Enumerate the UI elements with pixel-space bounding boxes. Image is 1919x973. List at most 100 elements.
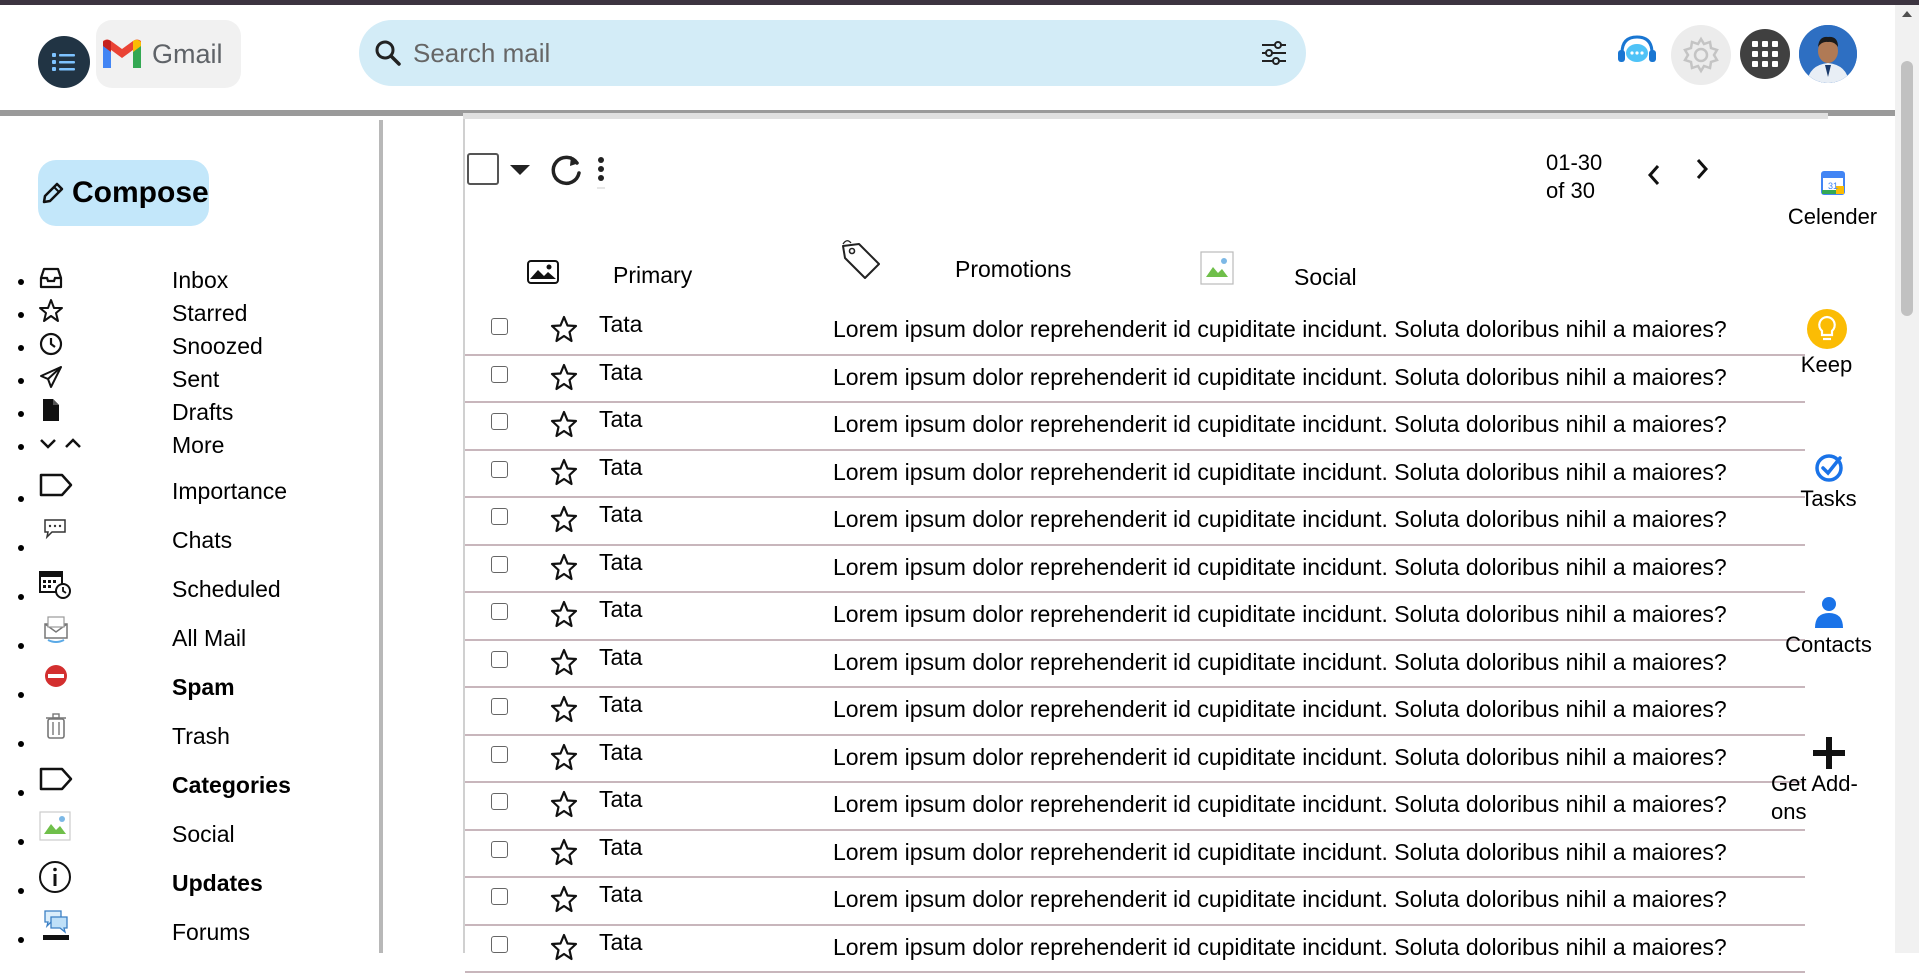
- star-icon[interactable]: [550, 885, 578, 918]
- star-icon[interactable]: [550, 743, 578, 776]
- email-row[interactable]: TataLorem ipsum dolor reprehenderit id c…: [465, 878, 1805, 926]
- sidebar-item-categories[interactable]: Categories: [0, 770, 379, 800]
- sidebar-item-starred[interactable]: Starred: [0, 298, 379, 328]
- star-icon[interactable]: [550, 410, 578, 443]
- email-subject: Lorem ipsum dolor reprehenderit id cupid…: [833, 411, 1727, 438]
- email-row[interactable]: TataLorem ipsum dolor reprehenderit id c…: [465, 403, 1805, 451]
- caret-down-icon[interactable]: [509, 163, 531, 177]
- email-checkbox[interactable]: [491, 888, 508, 905]
- side-app-get-addons[interactable]: Get Add-ons: [1766, 735, 1891, 826]
- sidebar-item-spam[interactable]: Spam: [0, 672, 379, 702]
- star-icon[interactable]: [550, 648, 578, 681]
- email-checkbox[interactable]: [491, 366, 508, 383]
- star-icon[interactable]: [550, 600, 578, 633]
- sidebar-item-scheduled[interactable]: Scheduled: [0, 574, 379, 604]
- chevron-left-icon[interactable]: [1646, 163, 1662, 187]
- search-options-icon[interactable]: [1260, 40, 1288, 66]
- side-app-contacts[interactable]: Contacts: [1766, 594, 1891, 659]
- gmail-logo[interactable]: Gmail: [96, 20, 241, 88]
- star-icon[interactable]: [550, 553, 578, 586]
- email-row[interactable]: TataLorem ipsum dolor reprehenderit id c…: [465, 783, 1805, 831]
- email-checkbox[interactable]: [491, 936, 508, 953]
- email-checkbox[interactable]: [491, 556, 508, 573]
- settings-button[interactable]: [1671, 25, 1731, 85]
- sidebar-item-social[interactable]: Social: [0, 819, 379, 849]
- sidebar-item-chats[interactable]: Chats: [0, 525, 379, 555]
- account-avatar[interactable]: [1799, 25, 1857, 83]
- search-input[interactable]: [413, 30, 1213, 76]
- tab-label: Social: [1294, 264, 1357, 291]
- sidebar-item-trash[interactable]: Trash: [0, 721, 379, 751]
- more-vert-icon[interactable]: [595, 155, 607, 191]
- tab-social[interactable]: Social: [1200, 249, 1420, 299]
- email-row[interactable]: TataLorem ipsum dolor reprehenderit id c…: [465, 308, 1805, 356]
- list-bullet: [18, 444, 24, 450]
- side-app-calendar[interactable]: 31 Celender: [1770, 170, 1895, 231]
- email-sender: Tata: [599, 929, 642, 956]
- sidebar-item-more[interactable]: More: [0, 430, 379, 460]
- email-checkbox[interactable]: [491, 793, 508, 810]
- email-row[interactable]: TataLorem ipsum dolor reprehenderit id c…: [465, 451, 1805, 499]
- side-app-keep[interactable]: Keep: [1764, 308, 1889, 379]
- sidebar-item-label: Starred: [172, 300, 247, 327]
- apps-button[interactable]: [1740, 29, 1790, 79]
- email-sender: Tata: [599, 596, 642, 623]
- sidebar-item-label: All Mail: [172, 625, 246, 652]
- email-checkbox[interactable]: [491, 508, 508, 525]
- scroll-up-arrow[interactable]: [1902, 11, 1912, 17]
- email-row[interactable]: TataLorem ipsum dolor reprehenderit id c…: [465, 498, 1805, 546]
- star-icon[interactable]: [550, 695, 578, 728]
- side-app-tasks[interactable]: Tasks: [1766, 452, 1891, 513]
- star-icon[interactable]: [550, 838, 578, 871]
- email-checkbox[interactable]: [491, 461, 508, 478]
- sidebar-item-label: Importance: [172, 478, 287, 505]
- email-subject: Lorem ipsum dolor reprehenderit id cupid…: [833, 839, 1727, 866]
- email-row[interactable]: TataLorem ipsum dolor reprehenderit id c…: [465, 593, 1805, 641]
- email-row[interactable]: TataLorem ipsum dolor reprehenderit id c…: [465, 356, 1805, 404]
- category-tabs: Primary Promotions Social: [465, 249, 1805, 299]
- star-icon[interactable]: [550, 363, 578, 396]
- star-icon[interactable]: [550, 790, 578, 823]
- star-icon[interactable]: [550, 315, 578, 348]
- email-row[interactable]: TataLorem ipsum dolor reprehenderit id c…: [465, 641, 1805, 689]
- support-button[interactable]: [1616, 33, 1658, 76]
- select-all-checkbox[interactable]: [467, 153, 499, 185]
- chevron-right-icon[interactable]: [1694, 157, 1710, 181]
- email-row[interactable]: TataLorem ipsum dolor reprehenderit id c…: [465, 688, 1805, 736]
- tab-promotions[interactable]: Promotions: [839, 249, 1119, 299]
- email-checkbox[interactable]: [491, 841, 508, 858]
- page-scrollbar[interactable]: [1895, 5, 1919, 953]
- inbox-icon: [38, 265, 64, 291]
- sidebar-item-snoozed[interactable]: Snoozed: [0, 331, 379, 361]
- compose-button[interactable]: Compose: [38, 160, 209, 226]
- sidebar-item-drafts[interactable]: Drafts: [0, 397, 379, 427]
- star-icon[interactable]: [550, 933, 578, 966]
- email-checkbox[interactable]: [491, 603, 508, 620]
- email-checkbox[interactable]: [491, 746, 508, 763]
- email-checkbox[interactable]: [491, 318, 508, 335]
- sidebar-item-importance[interactable]: Importance: [0, 476, 379, 506]
- email-checkbox[interactable]: [491, 698, 508, 715]
- main-menu-button[interactable]: [38, 36, 90, 88]
- scroll-thumb[interactable]: [1901, 61, 1913, 316]
- email-checkbox[interactable]: [491, 413, 508, 430]
- sidebar-item-forums[interactable]: Forums: [0, 917, 379, 947]
- email-row[interactable]: TataLorem ipsum dolor reprehenderit id c…: [465, 546, 1805, 594]
- sidebar-item-inbox[interactable]: Inbox: [0, 265, 379, 295]
- clock-icon: [38, 331, 64, 357]
- sidebar-item-all-mail[interactable]: All Mail: [0, 623, 379, 653]
- chevron-toggle-icon: [38, 430, 86, 456]
- email-checkbox[interactable]: [491, 651, 508, 668]
- refresh-icon[interactable]: [547, 151, 585, 189]
- sidebar-item-sent[interactable]: Sent: [0, 364, 379, 394]
- sidebar-item-updates[interactable]: Updates: [0, 868, 379, 898]
- email-row[interactable]: TataLorem ipsum dolor reprehenderit id c…: [465, 926, 1805, 973]
- email-row[interactable]: TataLorem ipsum dolor reprehenderit id c…: [465, 831, 1805, 879]
- star-icon[interactable]: [550, 505, 578, 538]
- sidebar-item-label: Snoozed: [172, 333, 263, 360]
- email-row[interactable]: TataLorem ipsum dolor reprehenderit id c…: [465, 736, 1805, 784]
- star-icon[interactable]: [550, 458, 578, 491]
- search-icon[interactable]: [373, 38, 403, 68]
- tab-label: Primary: [613, 262, 692, 289]
- tab-primary[interactable]: Primary: [527, 249, 757, 299]
